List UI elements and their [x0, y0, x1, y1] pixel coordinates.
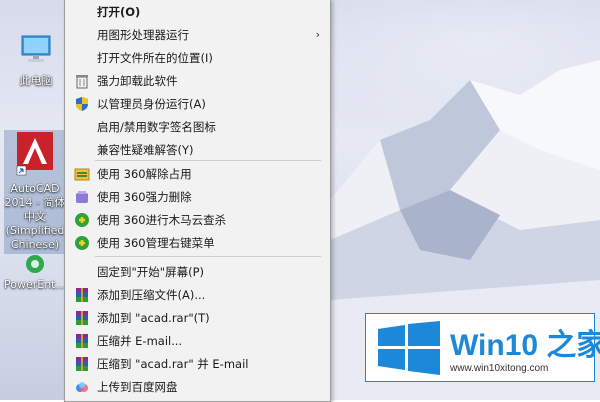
menu-item-pin-to-start[interactable]: 固定到"开始"屏幕(P): [65, 260, 330, 283]
windows-logo-icon: [378, 321, 440, 375]
360-delete-icon: [76, 191, 88, 203]
menu-item-label: 以管理员身份运行(A): [97, 97, 206, 111]
menu-item-compress-to-acad-rar-and-email[interactable]: 压缩到 "acad.rar" 并 E-mail: [65, 352, 330, 375]
winrar-icon: [76, 334, 88, 348]
winrar-icon: [76, 357, 88, 371]
menu-item-label: 用图形处理器运行: [97, 28, 189, 42]
menu-item-label: 打开文件所在的位置(I): [97, 51, 213, 65]
menu-item-force-uninstall[interactable]: 强力卸载此软件: [65, 69, 330, 92]
menu-item-label: 添加到 "acad.rar"(T): [97, 311, 210, 325]
360-unlock-icon: [74, 168, 90, 181]
menu-item-label: 添加到压缩文件(A)...: [97, 288, 206, 302]
menu-item-360-unlock[interactable]: 使用 360解除占用: [65, 162, 330, 185]
desktop-icon-this-pc[interactable]: 此电脑: [8, 32, 64, 88]
menu-item-label: 兼容性疑难解答(Y): [97, 143, 194, 157]
desktop-icon-label: 此电脑: [19, 74, 53, 87]
menu-item-open[interactable]: 打开(O): [65, 0, 330, 23]
menu-item-360-manage-context-menu[interactable]: 使用 360管理右键菜单: [65, 231, 330, 254]
menu-separator: [95, 256, 321, 257]
menu-item-label: 使用 360管理右键菜单: [97, 236, 215, 250]
menu-item-label: 固定到"开始"屏幕(P): [97, 265, 204, 279]
menu-item-360-force-delete[interactable]: 使用 360强力删除: [65, 185, 330, 208]
menu-item-label: 使用 360进行木马云查杀: [97, 213, 227, 227]
baidu-netdisk-icon: [76, 382, 88, 392]
desktop-icon-label: PowerEnt...: [4, 278, 66, 291]
menu-item-open-file-location[interactable]: 打开文件所在的位置(I): [65, 46, 330, 69]
menu-item-add-to-archive[interactable]: 添加到压缩文件(A)...: [65, 283, 330, 306]
watermark-logo: Win10 之家 www.win10xitong.com: [365, 313, 600, 382]
360-scan-icon: [75, 213, 89, 227]
autocad-icon: [16, 132, 53, 176]
menu-item-run-with-gpu[interactable]: 用图形处理器运行 ›: [65, 23, 330, 46]
menu-item-run-as-admin[interactable]: 以管理员身份运行(A): [65, 92, 330, 115]
menu-item-label: 强力卸载此软件: [97, 74, 178, 88]
360-menu-icon: [75, 236, 89, 250]
menu-item-label: 上传到百度网盘: [97, 380, 178, 394]
menu-item-label: 压缩到 "acad.rar" 并 E-mail: [97, 357, 249, 371]
desktop-icon-label: AutoCAD 2014 - 简体 中文 (Simplified Chinese…: [4, 182, 66, 251]
menu-item-label: 压缩并 E-mail...: [97, 334, 183, 348]
winrar-icon: [76, 288, 88, 302]
powerent-icon: [26, 255, 44, 273]
chevron-right-icon: ›: [315, 28, 320, 41]
uac-shield-icon: [76, 97, 88, 111]
winrar-icon: [76, 311, 88, 325]
menu-item-compatibility-troubleshoot[interactable]: 兼容性疑难解答(Y): [65, 138, 330, 161]
menu-separator: [95, 160, 321, 161]
menu-item-toggle-signature-icon[interactable]: 启用/禁用数字签名图标: [65, 115, 330, 138]
watermark-title: Win10 之家: [450, 329, 600, 362]
menu-item-compress-and-email[interactable]: 压缩并 E-mail...: [65, 329, 330, 352]
menu-item-360-trojan-scan[interactable]: 使用 360进行木马云查杀: [65, 208, 330, 231]
menu-item-label: 使用 360强力删除: [97, 190, 192, 204]
computer-icon: [21, 35, 51, 62]
menu-item-label: 使用 360解除占用: [97, 167, 192, 181]
watermark-url: www.win10xitong.com: [450, 363, 549, 374]
context-menu: 打开(O) 用图形处理器运行 › 打开文件所在的位置(I) 强力卸载此软件 以管…: [64, 0, 331, 402]
menu-item-upload-baidu-netdisk[interactable]: 上传到百度网盘: [65, 375, 330, 398]
desktop-icon-autocad[interactable]: AutoCAD 2014 - 简体 中文 (Simplified Chinese…: [4, 130, 66, 254]
desktop-icon-powerent[interactable]: PowerEnt...: [4, 254, 66, 292]
menu-item-add-to-acad-rar[interactable]: 添加到 "acad.rar"(T): [65, 306, 330, 329]
menu-item-label: 打开(O): [97, 5, 141, 19]
menu-item-label: 启用/禁用数字签名图标: [97, 120, 216, 134]
trash-icon: [76, 75, 88, 89]
